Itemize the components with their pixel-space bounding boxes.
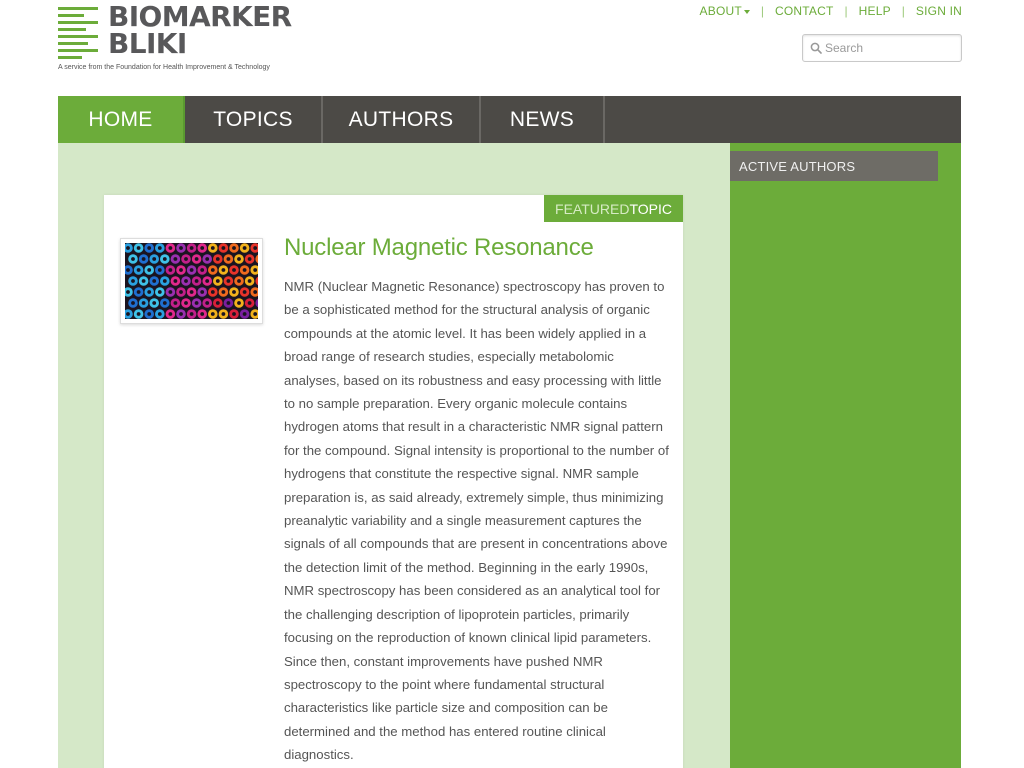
link-divider: |: [760, 4, 764, 18]
colorful-tubes-photo: [125, 243, 258, 319]
topic-thumbnail[interactable]: [120, 238, 263, 324]
featured-topic-badge: FEATURED TOPIC: [544, 195, 683, 222]
biomarker-bars-logo-icon: [58, 7, 98, 59]
top-utility-links: ABOUT | CONTACT | HELP | SIGN IN: [700, 4, 962, 18]
topic-body-text: NMR (Nuclear Magnetic Resonance) spectro…: [284, 279, 669, 763]
search-input[interactable]: [825, 39, 955, 57]
featured-topic-card: FEATURED TOPIC Nuclear Magnetic Resonance…: [104, 195, 683, 768]
topic-title[interactable]: Nuclear Magnetic Resonance: [284, 234, 594, 262]
link-divider: |: [844, 4, 848, 18]
search-box[interactable]: [802, 34, 962, 62]
nav-authors[interactable]: AUTHORS: [323, 96, 481, 143]
help-link[interactable]: HELP: [859, 4, 891, 18]
sign-in-link[interactable]: SIGN IN: [916, 4, 962, 18]
logo-text-line2: BLIKI: [108, 27, 187, 60]
contact-link[interactable]: CONTACT: [775, 4, 834, 18]
nav-news[interactable]: NEWS: [481, 96, 605, 143]
site-logo[interactable]: BIOMARKER BLIKI A service from the Found…: [58, 3, 298, 77]
logo-tagline: A service from the Foundation for Health…: [58, 64, 270, 71]
sidebar: ACTIVE AUTHORS: [730, 143, 961, 768]
badge-text-topic: TOPIC: [629, 200, 672, 217]
badge-text-featured: FEATURED: [555, 200, 630, 217]
active-authors-heading: ACTIVE AUTHORS: [730, 151, 938, 181]
about-link-label: ABOUT: [699, 4, 742, 18]
main-nav: HOME TOPICS AUTHORS NEWS: [58, 96, 961, 143]
link-divider: |: [901, 4, 905, 18]
nav-home[interactable]: HOME: [58, 96, 185, 143]
search-icon: [810, 42, 822, 54]
about-link[interactable]: ABOUT: [700, 4, 750, 18]
nav-topics[interactable]: TOPICS: [185, 96, 323, 143]
chevron-down-icon: [743, 9, 750, 14]
